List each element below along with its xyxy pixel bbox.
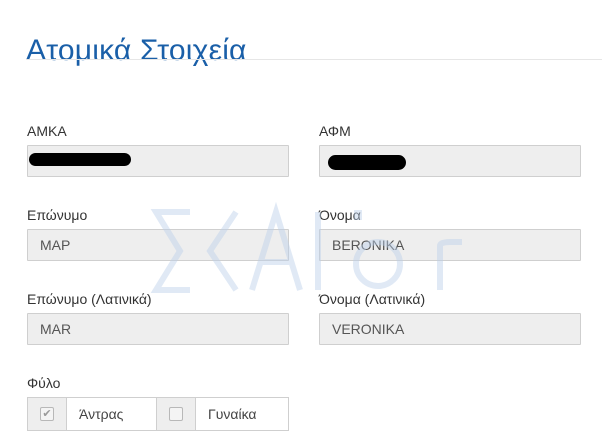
amka-redaction [29, 153, 131, 166]
check-icon: ✔ [42, 408, 52, 420]
amka-label: ΑΜΚΑ [27, 123, 67, 139]
male-checkbox-cell[interactable]: ✔ [28, 398, 67, 430]
afm-label: ΑΦΜ [319, 123, 351, 139]
name-field[interactable]: ΒΕRONIKA [319, 229, 581, 261]
gender-option-male[interactable]: ✔ Άντρας [27, 397, 157, 431]
gender-selector: ✔ Άντρας Γυναίκα [27, 397, 289, 431]
male-checkbox[interactable]: ✔ [40, 407, 54, 421]
afm-redaction [328, 155, 406, 170]
page-title: Ατομικά Στοιχεία [26, 34, 247, 68]
name-label: Όνομα [319, 207, 361, 223]
title-divider [26, 59, 602, 60]
surname-latin-label: Επώνυμο (Λατινικά) [27, 291, 152, 307]
name-latin-field[interactable]: VERONIKA [319, 313, 581, 345]
female-checkbox-cell[interactable] [157, 398, 196, 430]
surname-label: Επώνυμο [27, 207, 88, 223]
gender-option-label: Άντρας [79, 406, 124, 422]
surname-latin-field[interactable]: MAR [27, 313, 289, 345]
female-checkbox[interactable] [169, 407, 183, 421]
surname-field[interactable]: ΜΑΡ [27, 229, 289, 261]
name-latin-label: Όνομα (Λατινικά) [319, 291, 426, 307]
gender-label: Φύλο [27, 375, 61, 391]
gender-option-female[interactable]: Γυναίκα [156, 397, 289, 431]
gender-option-label: Γυναίκα [208, 406, 257, 422]
